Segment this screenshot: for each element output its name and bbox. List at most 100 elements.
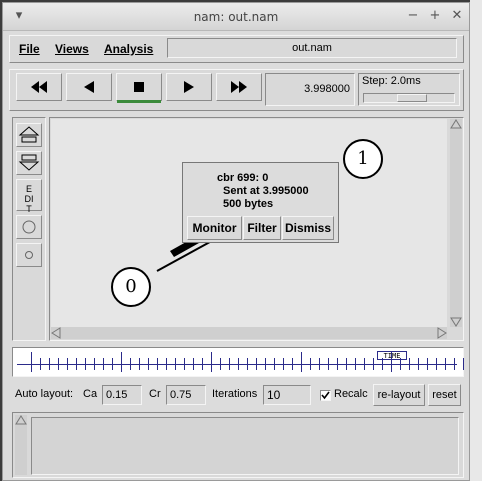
stop-active-indicator: [117, 100, 161, 103]
step-slider-thumb[interactable]: [397, 94, 427, 102]
desktop-edge: [470, 0, 482, 481]
play-backward-button[interactable]: [66, 73, 112, 101]
timeline-tick: [229, 358, 230, 370]
timeline-tick: [463, 358, 464, 370]
minimize-button[interactable]: −: [405, 8, 421, 24]
timeline-tick: [301, 352, 302, 372]
annotation-scrollbar[interactable]: [15, 415, 27, 475]
timeline-tick: [364, 358, 365, 370]
timeline-tick: [256, 358, 257, 370]
maximize-button[interactable]: +: [427, 8, 443, 24]
timeline-tick: [31, 352, 32, 372]
timeline-tick: [427, 358, 428, 370]
timeline-tick: [184, 358, 185, 370]
timeline[interactable]: TIME: [12, 347, 464, 377]
timeline-tick: [328, 358, 329, 370]
timeline-tick: [76, 358, 77, 370]
step-slider[interactable]: [363, 93, 455, 103]
node-tool-button[interactable]: [16, 215, 42, 239]
fast-forward-icon: [231, 81, 247, 93]
stop-icon: [134, 82, 144, 92]
timeline-tick: [346, 358, 347, 370]
timeline-tick: [193, 358, 194, 370]
timeline-tick: [436, 358, 437, 370]
timeline-tick: [283, 358, 284, 370]
menu-views[interactable]: Views: [55, 42, 89, 56]
filename-display: out.nam: [167, 38, 457, 58]
recalc-label: Recalc: [334, 388, 368, 400]
timeline-tick: [220, 358, 221, 370]
time-marker[interactable]: TIME: [377, 351, 407, 360]
timeline-tick: [121, 352, 122, 372]
timeline-tick: [94, 358, 95, 370]
ca-label: Ca: [83, 388, 98, 400]
annotation-scroll-up-icon[interactable]: [15, 415, 27, 425]
timeline-tick: [274, 358, 275, 370]
scroll-right-icon[interactable]: [437, 327, 447, 339]
popup-line-3: 500 bytes: [223, 198, 274, 210]
horizontal-scrollbar[interactable]: [51, 327, 447, 339]
menu-analysis-label: Analysis: [104, 42, 154, 56]
circle-large-icon: [22, 220, 36, 234]
dismiss-button[interactable]: Dismiss: [282, 216, 334, 240]
timeline-tick: [292, 358, 293, 370]
timeline-tick: [40, 358, 41, 370]
timeline-tick: [157, 358, 158, 370]
link-tool-button[interactable]: [16, 243, 42, 267]
play-forward-button[interactable]: [166, 73, 212, 101]
scroll-left-icon[interactable]: [51, 327, 61, 339]
relayout-button[interactable]: re-layout: [373, 384, 425, 406]
timeline-tick: [148, 358, 149, 370]
fast-forward-button[interactable]: [216, 73, 262, 101]
monitor-button[interactable]: Monitor: [187, 216, 242, 240]
timeline-tick: [373, 358, 374, 370]
scroll-up-icon[interactable]: [450, 119, 462, 129]
timeline-tick: [130, 358, 131, 370]
close-button[interactable]: ✕: [449, 8, 465, 24]
timeline-tick: [409, 358, 410, 370]
timeline-tick: [238, 358, 239, 370]
ca-input[interactable]: 0.15: [102, 385, 142, 405]
annotation-list[interactable]: [31, 417, 459, 475]
timeline-tick: [355, 358, 356, 370]
zoom-in-button[interactable]: [16, 123, 42, 147]
timeline-tick: [211, 352, 212, 372]
fast-rewind-icon: [31, 81, 47, 93]
timeline-tick: [85, 358, 86, 370]
timeline-tick: [418, 358, 419, 370]
reset-button[interactable]: reset: [428, 384, 461, 406]
node-1-label: 1: [357, 148, 369, 169]
timeline-tick: [166, 358, 167, 370]
edit-button[interactable]: EDIT: [16, 179, 42, 214]
play-backward-icon: [84, 81, 94, 93]
menu-file-label: File: [19, 42, 40, 56]
cr-input[interactable]: 0.75: [166, 385, 206, 405]
menu-analysis[interactable]: Analysis: [104, 42, 153, 56]
timeline-tick: [310, 358, 311, 370]
timeline-tick: [202, 358, 203, 370]
window-title: nam: out.nam: [193, 10, 279, 24]
filter-button[interactable]: Filter: [243, 216, 281, 240]
check-icon: [321, 391, 330, 400]
menu-file[interactable]: File: [19, 42, 40, 56]
zoom-out-button[interactable]: [16, 151, 42, 175]
timeline-tick: [319, 358, 320, 370]
timeline-tick: [454, 358, 455, 370]
zoom-out-icon: [18, 154, 40, 171]
timeline-tick: [67, 358, 68, 370]
node-0-label: 0: [125, 276, 137, 297]
timeline-tick: [58, 358, 59, 370]
timeline-tick: [175, 358, 176, 370]
title-bar[interactable]: ▾ nam: out.nam − + ✕: [3, 3, 469, 31]
menu-views-label: Views: [55, 42, 89, 56]
timeline-tick: [112, 358, 113, 370]
timeline-tick: [139, 358, 140, 370]
recalc-checkbox[interactable]: [320, 390, 331, 401]
auto-layout-label: Auto layout:: [15, 388, 74, 400]
vertical-scrollbar[interactable]: [450, 119, 462, 327]
step-label: Step: 2.0ms: [362, 75, 421, 87]
fast-rewind-button[interactable]: [16, 73, 62, 101]
iterations-input[interactable]: 10: [263, 385, 311, 405]
stop-button[interactable]: [116, 73, 162, 101]
scroll-down-icon[interactable]: [450, 317, 462, 327]
